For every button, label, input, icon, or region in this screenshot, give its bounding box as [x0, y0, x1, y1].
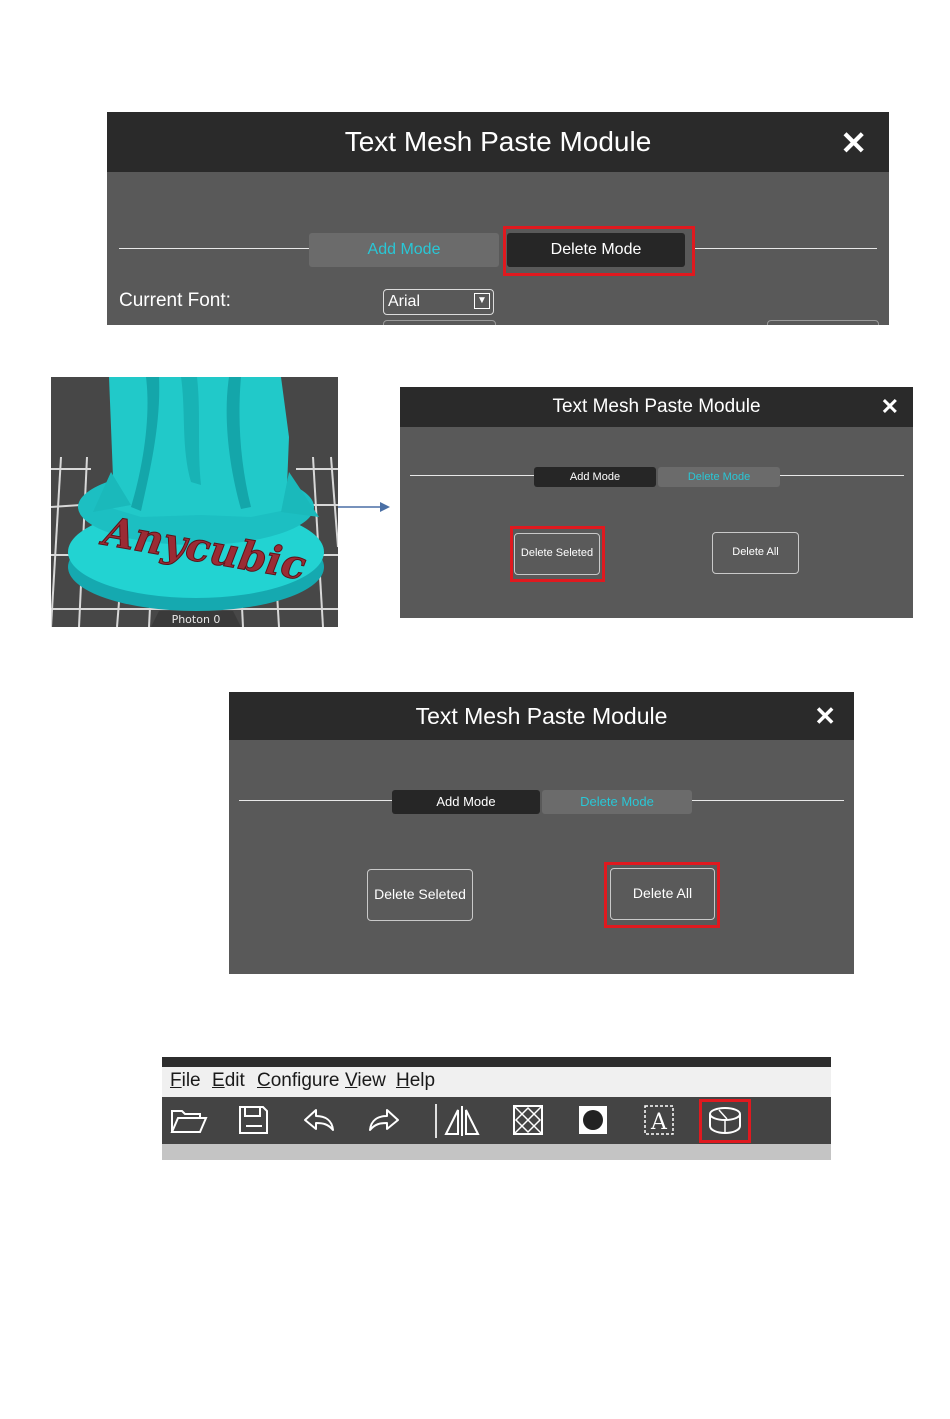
dialog-title: Text Mesh Paste Module	[344, 126, 652, 157]
menu-configure-label: onfigure	[270, 1070, 340, 1091]
mirror-icon[interactable]	[442, 1102, 482, 1138]
svg-text:A: A	[650, 1110, 668, 1135]
open-folder-icon[interactable]	[168, 1102, 208, 1138]
divider-right	[780, 475, 904, 476]
dialog-title-bar: Text Mesh Paste Module	[107, 112, 889, 172]
tab-add-mode[interactable]: Add Mode	[392, 790, 540, 814]
menu-edit-label: dit	[224, 1070, 245, 1091]
arrow-icon	[338, 502, 390, 512]
divider-right	[695, 248, 877, 249]
close-icon[interactable]: ✕	[840, 124, 867, 162]
close-icon[interactable]: ✕	[881, 394, 899, 420]
tab-add-mode[interactable]: Add Mode	[534, 467, 656, 487]
highlight-box	[604, 862, 720, 928]
cropped-button	[767, 320, 879, 325]
delete-selected-button[interactable]: Delete Seleted	[367, 869, 473, 921]
dialog-title-bar: Text Mesh Paste Module	[400, 387, 913, 427]
dialog-title-bar: Text Mesh Paste Module	[229, 692, 854, 740]
app-toolbar: File Edit Configure View Help A	[162, 1057, 831, 1160]
tab-add-mode[interactable]: Add Mode	[309, 233, 499, 267]
menu-help-label: elp	[409, 1070, 436, 1091]
toolbar-bottom-strip	[162, 1144, 831, 1160]
menu-configure-mnemonic: C	[257, 1070, 271, 1091]
icon-bar: A	[162, 1097, 831, 1144]
menu-view-mnemonic: V	[345, 1070, 358, 1091]
font-select[interactable]: Arial ▼	[383, 289, 494, 315]
undo-icon[interactable]	[299, 1102, 339, 1138]
text-mesh-paste-dialog-2: Text Mesh Paste Module ✕ Add Mode Delete…	[400, 387, 913, 618]
tab-delete-mode[interactable]: Delete Mode	[542, 790, 692, 814]
delete-all-button[interactable]: Delete All	[712, 532, 799, 574]
hollow-icon[interactable]	[508, 1102, 548, 1138]
menu-help-mnemonic: H	[396, 1070, 410, 1091]
redo-icon[interactable]	[364, 1102, 404, 1138]
fill-icon[interactable]	[573, 1102, 613, 1138]
dialog-title: Text Mesh Paste Module	[552, 396, 761, 417]
divider-left	[239, 800, 392, 801]
model-preview-image: Anycubic Photon 0	[51, 377, 338, 627]
menu-file-label: ile	[181, 1070, 201, 1091]
menu-view-label: iew	[357, 1070, 386, 1091]
text-mesh-paste-dialog-3: Text Mesh Paste Module ✕ Add Mode Delete…	[229, 692, 854, 974]
divider-right	[692, 800, 844, 801]
cropped-field	[383, 320, 496, 325]
highlight-box	[699, 1099, 751, 1143]
menu-file-mnemonic: F	[170, 1070, 182, 1091]
dropdown-arrow-icon: ▼	[474, 293, 490, 309]
font-select-value: Arial	[388, 293, 421, 310]
menu-bar: File Edit Configure View Help	[162, 1067, 831, 1097]
divider-left	[410, 475, 534, 476]
menu-view[interactable]: View	[345, 1070, 386, 1092]
menu-edit-mnemonic: E	[212, 1070, 225, 1091]
current-font-label: Current Font:	[119, 290, 231, 311]
save-icon[interactable]	[233, 1102, 273, 1138]
menu-help[interactable]: Help	[396, 1070, 435, 1092]
tab-delete-mode[interactable]: Delete Mode	[658, 467, 780, 487]
close-icon[interactable]: ✕	[814, 701, 836, 732]
model-illustration: Anycubic Photon 0	[51, 377, 338, 627]
dialog-title: Text Mesh Paste Module	[415, 703, 668, 729]
window-top-strip	[162, 1057, 831, 1067]
menu-configure[interactable]: Configure	[257, 1070, 339, 1092]
menu-file[interactable]: File	[170, 1070, 201, 1092]
text-mesh-paste-dialog-1: Text Mesh Paste Module ✕ Add Mode Delete…	[107, 112, 889, 325]
highlight-box	[503, 226, 695, 276]
text-icon[interactable]: A	[639, 1102, 679, 1138]
divider-left	[119, 248, 309, 249]
menu-edit[interactable]: Edit	[212, 1070, 245, 1092]
toolbar-separator	[435, 1104, 437, 1138]
highlight-box	[510, 526, 605, 582]
plate-label: Photon 0	[172, 613, 221, 626]
